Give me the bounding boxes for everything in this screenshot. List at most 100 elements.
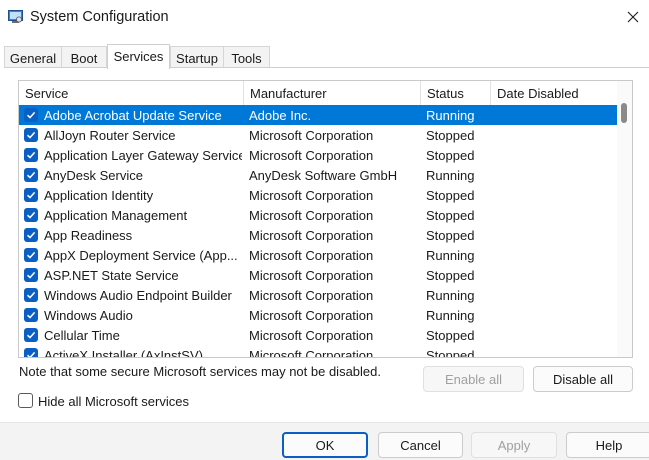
service-status: Stopped <box>426 128 475 143</box>
service-status: Running <box>426 248 475 263</box>
checkmark-icon <box>26 331 36 339</box>
help-button[interactable]: Help <box>566 432 649 458</box>
service-status: Running <box>426 308 475 323</box>
apply-button[interactable]: Apply <box>471 432 557 458</box>
service-name: App Readiness <box>44 228 133 243</box>
window-title: System Configuration <box>30 9 169 25</box>
list-header: Service Manufacturer Status Date Disable… <box>19 81 617 105</box>
service-manufacturer: Microsoft Corporation <box>249 348 374 358</box>
service-row[interactable]: App Readiness Microsoft Corporation Stoppe… <box>19 225 617 245</box>
service-name: ActiveX Installer (AxInstSV) <box>44 348 203 358</box>
close-icon <box>627 11 638 23</box>
service-checkbox[interactable] <box>24 168 38 182</box>
service-status: Running <box>426 168 475 183</box>
service-checkbox[interactable] <box>24 248 38 262</box>
service-manufacturer: AnyDesk Software GmbH <box>249 168 398 183</box>
checkmark-icon <box>26 311 36 319</box>
checkmark-icon <box>26 271 36 279</box>
service-manufacturer: Microsoft Corporation <box>249 268 374 283</box>
service-name: Application Management <box>44 208 188 223</box>
service-row[interactable]: Windows Audio Endpoint Builder Microsoft … <box>19 285 617 305</box>
checkmark-icon <box>26 291 36 299</box>
checkmark-icon <box>26 131 36 139</box>
tab-boot[interactable]: Boot <box>61 46 107 68</box>
service-status: Stopped <box>426 328 475 343</box>
ok-button[interactable]: OK <box>282 432 368 458</box>
service-status: Stopped <box>426 348 475 358</box>
enable-all-button[interactable]: Enable all <box>423 366 524 392</box>
scrollbar-thumb[interactable] <box>621 103 627 123</box>
column-header-manufacturer[interactable]: Manufacturer <box>244 81 421 105</box>
service-status: Stopped <box>426 188 475 203</box>
service-row[interactable]: AllJoyn Router Service Microsoft Corporat… <box>19 125 617 145</box>
service-manufacturer: Microsoft Corporation <box>249 328 374 343</box>
service-row[interactable]: ASP.NET State Service Microsoft Corporati… <box>19 265 617 285</box>
vertical-scrollbar[interactable] <box>617 81 632 357</box>
service-checkbox[interactable] <box>24 328 38 342</box>
close-button[interactable] <box>616 0 649 34</box>
service-row[interactable]: Cellular Time Microsoft Corporation Stoppe… <box>19 325 617 345</box>
service-checkbox[interactable] <box>24 308 38 322</box>
service-manufacturer: Microsoft Corporation <box>249 188 374 203</box>
tab-services[interactable]: Services <box>107 44 170 69</box>
service-checkbox[interactable] <box>24 348 38 357</box>
service-name: Application Layer Gateway Service <box>44 148 242 163</box>
hide-microsoft-services-label[interactable]: Hide all Microsoft services <box>38 394 189 409</box>
service-name: Adobe Acrobat Update Service <box>44 108 222 123</box>
title-bar: System Configuration <box>0 0 649 36</box>
column-header-date-disabled[interactable]: Date Disabled <box>491 81 617 105</box>
service-row[interactable]: ActiveX Installer (AxInstSV) Microsoft Co… <box>19 345 617 358</box>
service-row[interactable]: Windows Audio Microsoft Corporation Runnin… <box>19 305 617 325</box>
service-manufacturer: Microsoft Corporation <box>249 248 374 263</box>
service-status: Running <box>426 288 475 303</box>
tab-strip: General Boot Services Startup Tools <box>0 44 649 69</box>
cancel-button[interactable]: Cancel <box>378 432 463 458</box>
service-manufacturer: Microsoft Corporation <box>249 288 374 303</box>
service-checkbox[interactable] <box>24 228 38 242</box>
column-header-service[interactable]: Service <box>19 81 244 105</box>
hide-microsoft-services-checkbox[interactable] <box>18 393 33 408</box>
tab-general[interactable]: General <box>4 46 62 68</box>
service-manufacturer: Microsoft Corporation <box>249 148 374 163</box>
service-name: Windows Audio <box>44 308 133 323</box>
checkmark-icon <box>26 151 36 159</box>
tab-startup[interactable]: Startup <box>170 46 224 68</box>
service-checkbox[interactable] <box>24 208 38 222</box>
service-row[interactable]: Adobe Acrobat Update Service Adobe Inc. Ru… <box>19 105 617 125</box>
service-manufacturer: Adobe Inc. <box>249 108 312 123</box>
service-status: Stopped <box>426 268 475 283</box>
service-checkbox[interactable] <box>24 108 38 122</box>
checkmark-icon <box>26 111 36 119</box>
service-name: AllJoyn Router Service <box>44 128 176 143</box>
service-name: Cellular Time <box>44 328 120 343</box>
service-manufacturer: Microsoft Corporation <box>249 128 374 143</box>
service-checkbox[interactable] <box>24 148 38 162</box>
checkmark-icon <box>26 171 36 179</box>
service-checkbox[interactable] <box>24 268 38 282</box>
disable-all-button[interactable]: Disable all <box>533 366 633 392</box>
services-list[interactable]: Service Manufacturer Status Date Disable… <box>18 80 633 358</box>
column-header-status[interactable]: Status <box>421 81 491 105</box>
list-rows: Adobe Acrobat Update Service Adobe Inc. Ru… <box>19 105 617 358</box>
checkmark-icon <box>26 211 36 219</box>
service-checkbox[interactable] <box>24 188 38 202</box>
service-manufacturer: Microsoft Corporation <box>249 228 374 243</box>
service-checkbox[interactable] <box>24 128 38 142</box>
secure-services-note: Note that some secure Microsoft services… <box>19 364 381 379</box>
service-name: ASP.NET State Service <box>44 268 179 283</box>
service-manufacturer: Microsoft Corporation <box>249 308 374 323</box>
tab-tools[interactable]: Tools <box>223 46 270 68</box>
service-status: Stopped <box>426 228 475 243</box>
checkmark-icon <box>26 191 36 199</box>
service-row[interactable]: Application Layer Gateway Service Microso… <box>19 145 617 165</box>
checkmark-icon <box>26 351 36 357</box>
service-row[interactable]: AppX Deployment Service (App... Microsoft… <box>19 245 617 265</box>
service-row[interactable]: Application Management Microsoft Corporat… <box>19 205 617 225</box>
service-row[interactable]: AnyDesk Service AnyDesk Software GmbH Runn… <box>19 165 617 185</box>
service-name: Windows Audio Endpoint Builder <box>44 288 232 303</box>
service-row[interactable]: Application Identity Microsoft Corporatio… <box>19 185 617 205</box>
service-checkbox[interactable] <box>24 288 38 302</box>
service-name: AnyDesk Service <box>44 168 143 183</box>
service-name: Application Identity <box>44 188 154 203</box>
service-name: AppX Deployment Service (App... <box>44 248 238 263</box>
